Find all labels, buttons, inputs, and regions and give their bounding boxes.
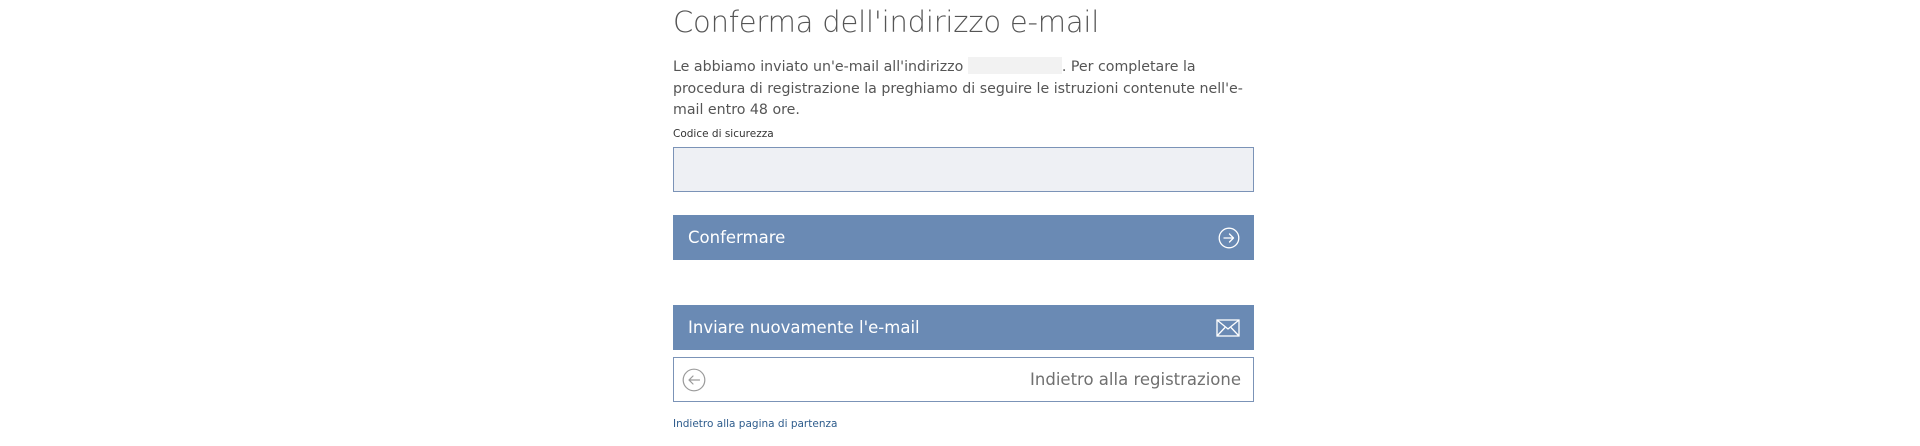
intro-text-before: Le abbiamo inviato un'e-mail all'indiriz… [673, 59, 968, 75]
security-code-input[interactable] [673, 147, 1254, 192]
intro-text: Le abbiamo inviato un'e-mail all'indiriz… [673, 57, 1254, 122]
arrow-right-circle-icon [1218, 227, 1240, 249]
back-to-registration-button[interactable]: Indietro alla registrazione [673, 357, 1254, 402]
confirm-button[interactable]: Confermare [673, 215, 1254, 260]
confirm-button-label: Confermare [688, 228, 786, 247]
envelope-icon [1216, 318, 1240, 337]
redacted-email-address [967, 57, 1062, 74]
page-title: Conferma dell'indirizzo e-mail [673, 5, 1100, 39]
resend-email-button-label: Inviare nuovamente l'e-mail [688, 318, 920, 337]
security-code-label: Codice di sicurezza [673, 128, 774, 140]
back-to-registration-label: Indietro alla registrazione [1030, 370, 1241, 389]
arrow-left-circle-icon [682, 368, 706, 392]
resend-email-button[interactable]: Inviare nuovamente l'e-mail [673, 305, 1254, 350]
back-to-home-link[interactable]: Indietro alla pagina di partenza [673, 418, 837, 430]
